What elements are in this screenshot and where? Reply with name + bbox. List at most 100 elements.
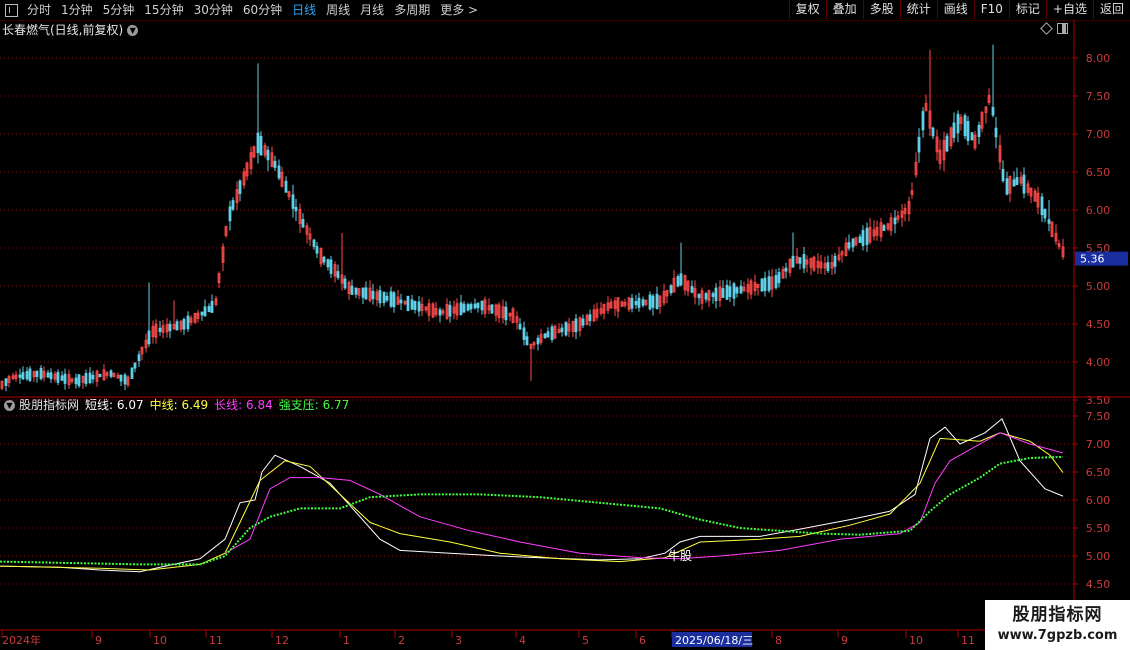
- candle-body: [466, 304, 470, 311]
- candle-body: [826, 262, 830, 271]
- time-tick-label: 5: [582, 634, 589, 647]
- candle-body: [39, 367, 43, 380]
- candle-body: [417, 301, 421, 312]
- action-button-6[interactable]: 标记: [1008, 0, 1046, 19]
- time-tick-label: 9: [841, 634, 848, 647]
- candle-body: [266, 149, 270, 161]
- kline-chart[interactable]: 8.00 7.50 7.00 6.50 6.00 5.50 5.00 4.50 4.00 3.50…: [0, 20, 1130, 650]
- candle-body: [49, 372, 53, 380]
- candle-body: [560, 327, 564, 333]
- period-tab-5[interactable]: 60分钟: [238, 0, 287, 20]
- watermark-title: 股朋指标网: [1012, 605, 1103, 625]
- period-tab-10[interactable]: 更多 >: [435, 0, 483, 20]
- candle-body: [784, 267, 788, 272]
- candle-body: [634, 301, 638, 306]
- candle-body: [329, 259, 333, 274]
- action-button-1[interactable]: 叠加: [825, 0, 863, 19]
- candle-body: [399, 299, 403, 304]
- indicator-tick-label: 7.00: [1086, 438, 1111, 451]
- candle-body: [536, 337, 540, 345]
- candle-body: [294, 206, 298, 212]
- candle-body: [354, 287, 358, 295]
- candle-body: [371, 290, 375, 300]
- indicator-tick-label: 7.50: [1086, 410, 1111, 423]
- candle-body: [966, 121, 970, 141]
- candle-body: [847, 242, 851, 249]
- candle-body: [203, 306, 207, 317]
- candle-body: [119, 374, 123, 382]
- candle-body: [350, 285, 354, 295]
- candle-body: [921, 111, 925, 131]
- price-tick-label: 6.50: [1086, 166, 1111, 179]
- period-tab-8[interactable]: 月线: [355, 0, 389, 20]
- candle-body: [802, 254, 806, 269]
- candle-body: [312, 239, 316, 247]
- candle-body: [238, 180, 242, 194]
- candle-body: [336, 271, 340, 279]
- candle-body: [581, 318, 585, 326]
- period-tab-0[interactable]: 分时: [22, 0, 56, 20]
- candle-body: [1005, 178, 1009, 195]
- indicator-tick-label: 4.50: [1086, 578, 1111, 591]
- candle-body: [1043, 208, 1047, 219]
- action-button-4[interactable]: 画线: [936, 0, 974, 19]
- candle-body: [945, 135, 949, 152]
- candle-body: [956, 113, 960, 134]
- period-tab-9[interactable]: 多周期: [389, 0, 435, 20]
- indicator-tick-label: 6.00: [1086, 494, 1111, 507]
- candle-body: [322, 256, 326, 263]
- period-tab-4[interactable]: 30分钟: [189, 0, 238, 20]
- candle-body: [207, 306, 211, 313]
- candle-body: [1047, 219, 1051, 224]
- candle-body: [123, 374, 127, 385]
- candle-body: [147, 330, 151, 345]
- period-tab-7[interactable]: 周线: [321, 0, 355, 20]
- candle-body: [284, 180, 288, 193]
- layout-toggle-icon[interactable]: [5, 3, 18, 17]
- candle-body: [210, 300, 214, 313]
- candle-body: [550, 326, 554, 341]
- period-bar: 分时 1分钟 5分钟 15分钟 30分钟 60分钟 日线 周线 月线 多周期 更多 >: [0, 0, 483, 20]
- candle-body: [291, 194, 295, 209]
- candle-body: [637, 297, 641, 308]
- candle-body: [88, 372, 92, 384]
- action-button-0[interactable]: 复权: [788, 0, 826, 19]
- candle-body: [130, 367, 134, 379]
- candle-body: [459, 302, 463, 316]
- action-button-8[interactable]: 返回: [1092, 0, 1130, 19]
- action-button-5[interactable]: F10: [973, 0, 1009, 19]
- candle-body: [273, 160, 277, 168]
- time-tick-label: 9: [95, 634, 102, 647]
- support-line-series: [0, 455, 1064, 566]
- long-line-series: [224, 432, 1064, 560]
- period-tab-2[interactable]: 5分钟: [98, 0, 140, 20]
- candle-body: [735, 287, 739, 294]
- watermark: 股朋指标网 www.7gpzb.com: [985, 600, 1130, 650]
- candle-body: [952, 122, 956, 138]
- candle-body: [98, 373, 102, 378]
- candle-body: [91, 374, 95, 380]
- period-tab-3[interactable]: 15分钟: [139, 0, 188, 20]
- period-tab-1[interactable]: 1分钟: [56, 0, 98, 20]
- time-tick-label: 10: [909, 634, 923, 647]
- candle-body: [228, 206, 232, 222]
- price-tick-label: 8.00: [1086, 52, 1111, 65]
- period-tab-6[interactable]: 日线: [287, 0, 321, 20]
- candle-body: [35, 370, 39, 377]
- candle-body: [798, 257, 802, 264]
- candle-body: [543, 333, 547, 339]
- candle-body: [364, 287, 368, 300]
- candle-body: [413, 300, 417, 311]
- price-tick-label: 3.50: [1086, 394, 1111, 407]
- candle-body: [462, 303, 466, 313]
- current-price-label: 5.36: [1080, 253, 1105, 266]
- action-button-2[interactable]: 多股: [862, 0, 900, 19]
- candle-body: [711, 293, 715, 297]
- action-button-3[interactable]: 统计: [899, 0, 937, 19]
- candle-body: [326, 259, 330, 268]
- candle-body: [133, 362, 137, 369]
- candle-body: [406, 295, 410, 312]
- candle-body: [714, 287, 718, 302]
- price-tick-label: 5.00: [1086, 280, 1111, 293]
- action-button-7[interactable]: +自选: [1045, 0, 1093, 19]
